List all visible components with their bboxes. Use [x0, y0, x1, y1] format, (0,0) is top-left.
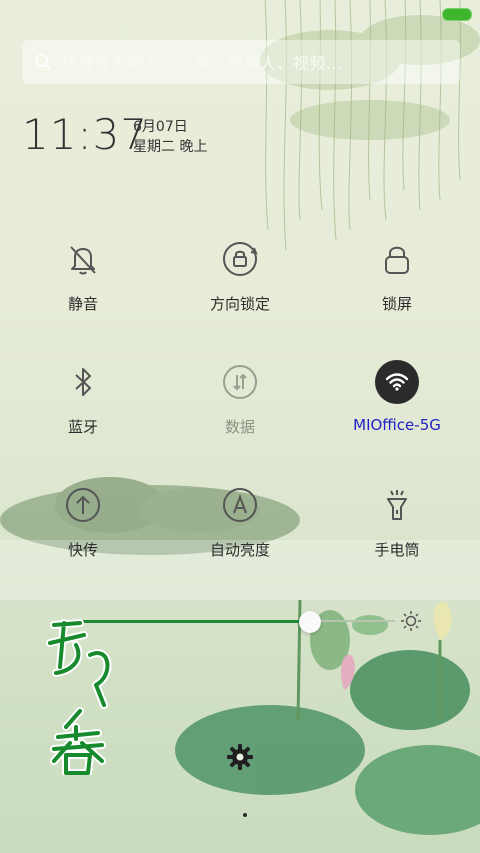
toggle-label: 手电筒	[374, 541, 420, 559]
search-placeholder: 快捷搜索网页、应用、联系人、视频...	[62, 54, 343, 73]
toggle-label: 锁屏	[381, 295, 412, 313]
mobile-data-icon	[223, 365, 257, 399]
upload-icon	[66, 488, 100, 522]
clock-date: 6月07日	[133, 119, 188, 135]
toggle-flashlight[interactable]: 手电筒	[317, 483, 477, 583]
toggle-quick-transfer[interactable]: 快传	[3, 483, 163, 583]
brightness-slider-track[interactable]	[310, 620, 395, 622]
lock-icon	[385, 246, 409, 274]
page-indicator-dot	[243, 813, 247, 817]
bell-off-icon	[70, 246, 96, 275]
rotation-lock-icon	[223, 242, 258, 276]
toggle-wifi[interactable]: MIOffice-5G	[317, 360, 477, 460]
wifi-icon	[375, 360, 419, 404]
toggle-label: 蓝牙	[67, 418, 98, 436]
toggle-label: 数据	[224, 418, 255, 436]
toggle-rotation-lock[interactable]: 方向锁定	[160, 237, 320, 337]
toggle-label: 静音	[67, 295, 98, 313]
auto-brightness-icon	[223, 488, 257, 522]
search-icon	[35, 54, 51, 70]
flashlight-icon	[387, 490, 407, 520]
bluetooth-icon	[75, 368, 91, 396]
sun-icon	[401, 611, 421, 631]
search-bar[interactable]: 快捷搜索网页、应用、联系人、视频...	[22, 40, 460, 84]
gear-icon[interactable]	[226, 743, 254, 771]
clock-time: 11:37	[22, 110, 149, 159]
toggle-label: 快传	[67, 541, 98, 559]
clock-weekday: 星期二 晚上	[133, 139, 208, 155]
toggle-bluetooth[interactable]: 蓝牙	[3, 360, 163, 460]
brightness-slider-thumb[interactable]	[299, 611, 321, 633]
toggle-label: 自动亮度	[209, 541, 270, 559]
toggle-mute[interactable]: 静音	[3, 237, 163, 337]
battery-indicator	[442, 8, 472, 21]
toggle-lock-screen[interactable]: 锁屏	[317, 237, 477, 337]
toggle-label: MIOffice-5G	[353, 416, 441, 434]
toggle-label: 方向锁定	[209, 295, 270, 313]
calligraphy-wallpaper-art	[46, 619, 112, 775]
toggle-mobile-data[interactable]: 数据	[160, 360, 320, 460]
toggle-auto-brightness[interactable]: 自动亮度	[160, 483, 320, 583]
